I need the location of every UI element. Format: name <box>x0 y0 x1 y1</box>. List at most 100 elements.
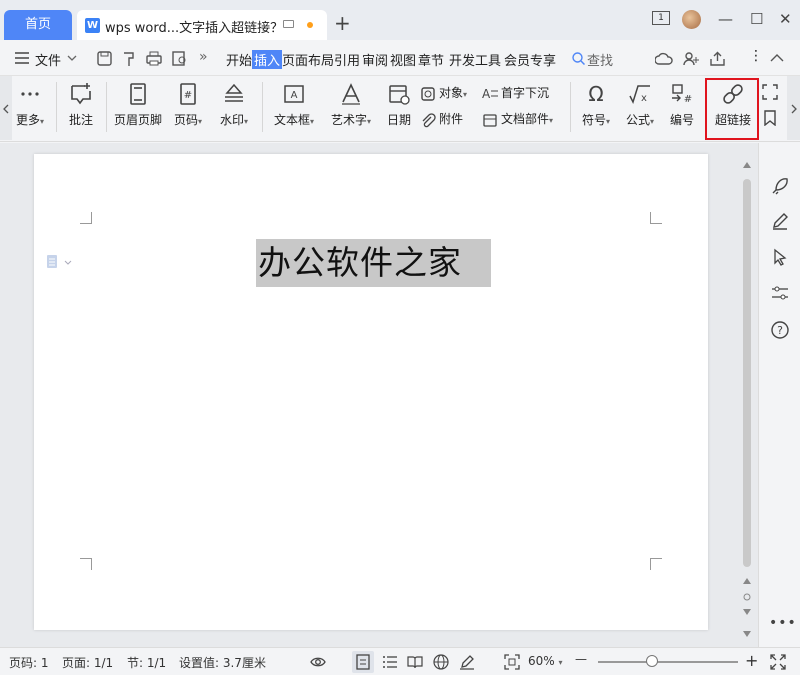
fit-page-icon[interactable] <box>504 654 520 670</box>
minimize-button[interactable]: — <box>718 10 733 28</box>
paragraph-handle-icon[interactable] <box>47 255 73 269</box>
eye-protection-icon[interactable] <box>310 654 326 670</box>
numbering-button[interactable]: # 编号 <box>664 76 700 136</box>
monitor-icon[interactable] <box>283 20 294 28</box>
more-button[interactable]: 更多▾ <box>12 76 48 136</box>
selected-document-text[interactable]: 办公软件之家 <box>256 239 491 287</box>
tab-insert[interactable]: 插入 <box>252 50 283 69</box>
tab-chapter[interactable]: 章节 <box>418 50 444 69</box>
bookmark-icon <box>764 110 776 127</box>
web-view-icon[interactable] <box>433 654 449 670</box>
status-page-number[interactable]: 页码: 1 <box>9 654 49 671</box>
outline-view-icon[interactable] <box>382 654 398 670</box>
object-button[interactable]: 对象▾ <box>420 84 467 102</box>
doc-parts-button[interactable]: 文档部件▾ <box>482 110 553 128</box>
chevron-left-icon <box>3 104 9 114</box>
date-button[interactable]: 日期 <box>382 76 416 136</box>
scroll-up-icon[interactable] <box>743 162 751 168</box>
cloud-icon[interactable] <box>655 52 673 66</box>
more-quick-access-button[interactable]: » <box>199 49 208 65</box>
more-label: 更多▾ <box>15 113 45 127</box>
ribbon-divider <box>262 82 263 132</box>
print-preview-icon[interactable] <box>172 51 188 66</box>
write-mode-icon[interactable] <box>459 654 475 670</box>
numbering-label: 编号 <box>669 113 694 127</box>
close-button[interactable]: ✕ <box>779 10 792 28</box>
dropcap-button[interactable]: A 首字下沉 <box>482 84 549 102</box>
tab-document[interactable]: W wps word...文字插入超链接？ <box>77 10 327 40</box>
wordart-button[interactable]: 艺术字▾ <box>326 76 376 136</box>
ribbon-divider <box>106 82 107 132</box>
pen-icon[interactable] <box>770 211 790 231</box>
next-page-icon[interactable] <box>743 609 751 615</box>
symbol-button[interactable]: Ω 符号▾ <box>576 76 616 136</box>
collaborate-icon[interactable] <box>683 51 699 66</box>
tab-references[interactable]: 引用 <box>334 50 360 69</box>
margin-corner-mark <box>650 558 662 570</box>
sliders-icon[interactable] <box>770 283 790 303</box>
zoom-in-button[interactable]: + <box>745 651 758 670</box>
avatar[interactable] <box>682 10 701 29</box>
tab-review[interactable]: 审阅 <box>362 50 388 69</box>
status-pages[interactable]: 页面: 1/1 <box>62 654 113 671</box>
rocket-icon[interactable] <box>770 176 790 196</box>
header-footer-button[interactable]: 页眉页脚 <box>110 76 166 136</box>
watermark-button[interactable]: 水印▾ <box>212 76 256 136</box>
screenshot-icon <box>762 84 778 100</box>
select-browse-object-icon[interactable] <box>743 593 751 601</box>
margin-corner-mark <box>650 212 662 224</box>
tab-home[interactable]: 首页 <box>4 10 72 40</box>
symbol-label: 符号▾ <box>581 113 611 127</box>
status-setting-value[interactable]: 设置值: 3.7厘米 <box>179 654 266 671</box>
page-number-label: 页码▾ <box>173 113 203 127</box>
search-input[interactable]: 查找 <box>587 50 613 69</box>
menu-file[interactable]: 文件 <box>35 50 61 69</box>
tab-start[interactable]: 开始 <box>226 50 252 69</box>
comment-button[interactable]: 批注 <box>62 76 100 136</box>
svg-text:?: ? <box>777 324 783 337</box>
zoom-out-button[interactable]: — <box>575 652 587 666</box>
document-page[interactable] <box>34 154 708 630</box>
zoom-slider-thumb[interactable] <box>646 655 658 667</box>
prev-page-icon[interactable] <box>743 578 751 584</box>
tab-developer[interactable]: 开发工具 <box>449 50 501 69</box>
search-icon[interactable] <box>572 52 585 65</box>
tab-member[interactable]: 会员专享 <box>504 50 556 69</box>
page-number-button[interactable]: # 页码▾ <box>168 76 208 136</box>
more-options-icon[interactable]: ⋮ <box>749 48 763 64</box>
cursor-select-icon[interactable] <box>770 247 790 267</box>
zoom-level-dropdown[interactable]: 60% ▾ <box>528 654 563 668</box>
more-panel-icon[interactable]: ••• <box>769 615 797 631</box>
fullscreen-icon[interactable] <box>770 654 786 670</box>
save-icon[interactable] <box>97 51 112 66</box>
collapse-ribbon-icon[interactable] <box>770 53 784 62</box>
add-tab-button[interactable]: + <box>334 12 351 34</box>
tab-view[interactable]: 视图 <box>390 50 416 69</box>
scrollbar-thumb[interactable] <box>743 179 751 567</box>
screenshot-button[interactable] <box>762 84 781 100</box>
vertical-scrollbar[interactable] <box>740 155 754 645</box>
page-view-button[interactable] <box>352 651 374 673</box>
window-count-badge[interactable]: 1 <box>652 11 670 25</box>
help-icon[interactable]: ? <box>770 320 790 340</box>
status-section[interactable]: 节: 1/1 <box>127 654 166 671</box>
share-icon[interactable] <box>710 51 725 66</box>
ribbon-scroll-left-button[interactable] <box>0 76 12 140</box>
svg-text:A: A <box>482 87 491 101</box>
print-icon[interactable] <box>146 51 162 66</box>
maximize-button[interactable]: ☐ <box>750 10 763 28</box>
hamburger-icon[interactable] <box>15 52 29 64</box>
zoom-slider-track[interactable] <box>598 661 738 663</box>
right-side-panel: ? ••• <box>758 143 800 647</box>
scroll-down-icon[interactable] <box>743 631 751 637</box>
format-painter-icon[interactable] <box>122 51 136 67</box>
tab-page-layout[interactable]: 页面布局 <box>282 50 334 69</box>
bookmark-button[interactable] <box>762 110 781 127</box>
svg-text:x: x <box>641 93 647 104</box>
chevron-down-icon[interactable] <box>67 55 77 62</box>
textbox-button[interactable]: A 文本框▾ <box>268 76 320 136</box>
attachment-button[interactable]: 附件 <box>420 110 463 128</box>
ribbon-scroll-right-button[interactable] <box>787 76 800 140</box>
formula-button[interactable]: x 公式▾ <box>620 76 660 136</box>
reading-view-icon[interactable] <box>407 654 423 670</box>
